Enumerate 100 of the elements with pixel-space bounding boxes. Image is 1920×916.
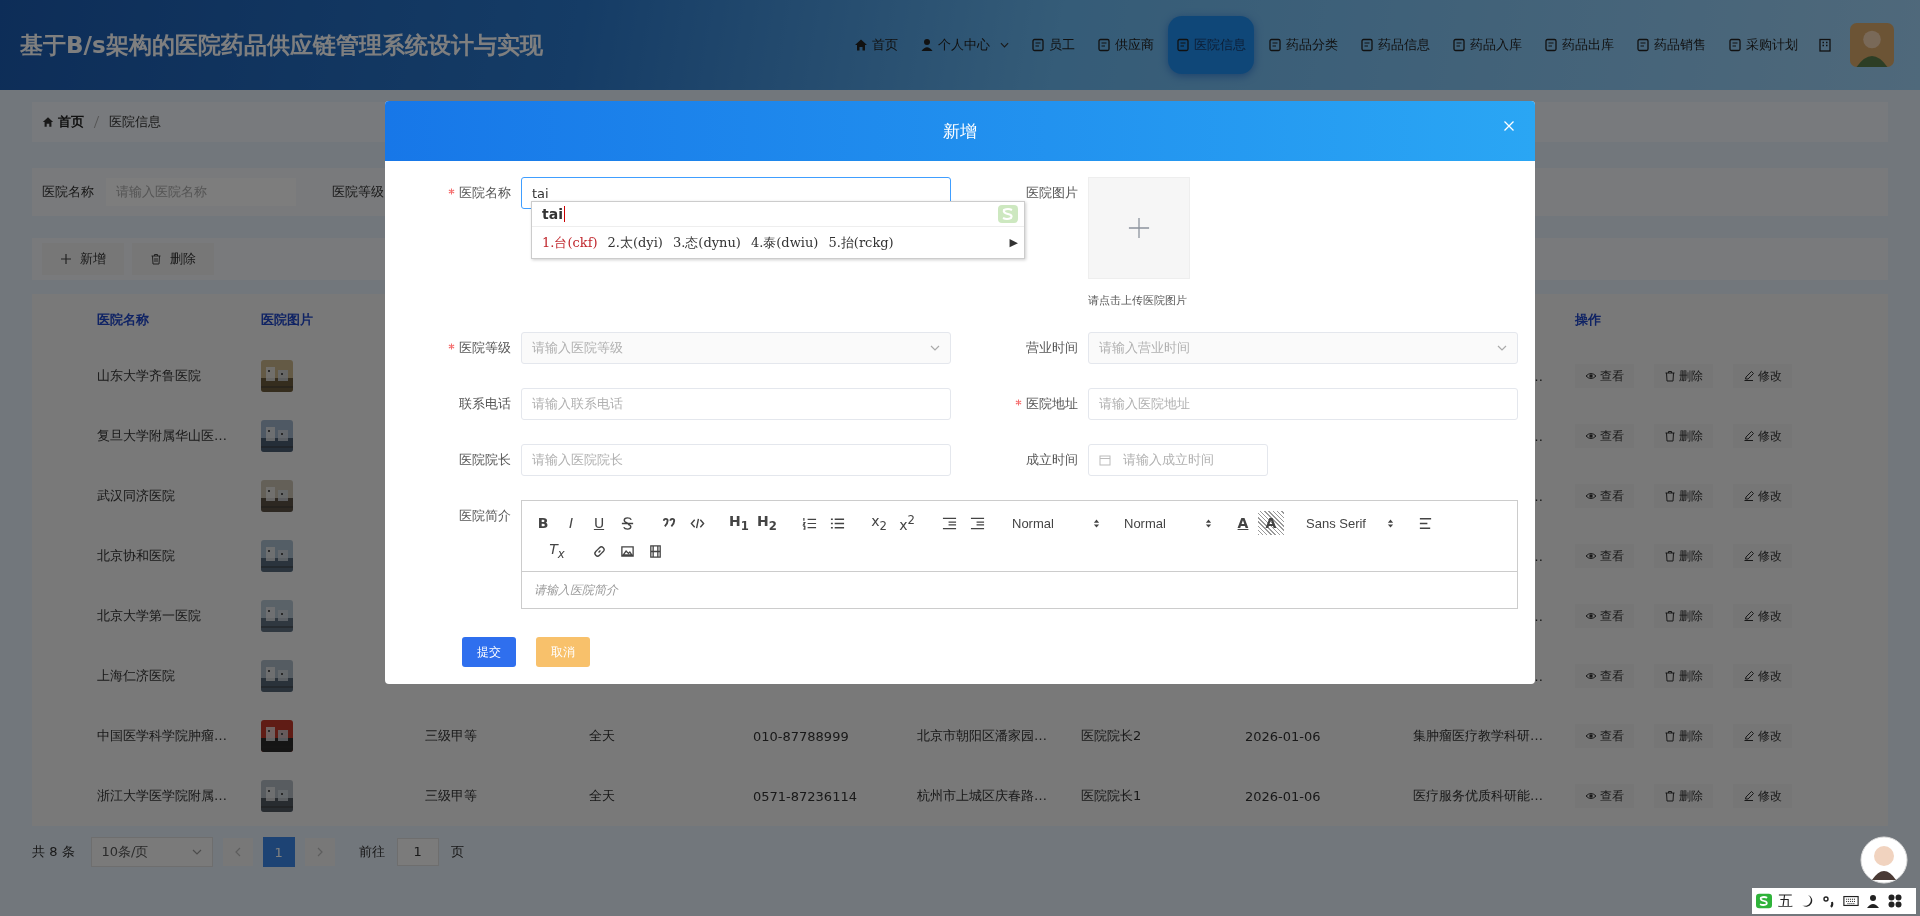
format-button[interactable]: U: [586, 511, 612, 535]
table-cell: 医疗服务优质科研能…: [1413, 788, 1543, 803]
document-icon: [1031, 38, 1045, 52]
edit-icon: [1743, 550, 1755, 562]
plus-icon: [60, 253, 72, 265]
candidate-item[interactable]: 5.抬(rckg): [828, 233, 894, 252]
input-field[interactable]: 请输入联系电话: [521, 388, 951, 420]
up-down-icon: [1205, 517, 1212, 529]
editor-text-area[interactable]: 请输入医院简介: [522, 572, 1517, 608]
format-picker[interactable]: Normal: [1118, 511, 1216, 535]
nav-item[interactable]: 药品入库: [1444, 16, 1530, 74]
select-field[interactable]: 请输入营业时间: [1088, 332, 1518, 364]
field-label: 成立时间: [1025, 451, 1078, 469]
trash-icon: [1664, 670, 1676, 682]
field-label: 医院图片: [1025, 184, 1078, 202]
table-cell-text: 2026-01-06: [1245, 728, 1322, 744]
format-button[interactable]: I: [558, 511, 584, 535]
eye-icon: [1585, 490, 1597, 502]
edit-icon: [1743, 430, 1755, 442]
table-cell-text: 上海仁济医院: [97, 667, 176, 685]
trash-icon: [1664, 490, 1676, 502]
total-count: 共 8 条: [32, 843, 75, 861]
user-icon: [920, 38, 934, 52]
format-icon: [591, 543, 607, 559]
format-button[interactable]: H$_{1}$: [726, 511, 752, 535]
column-header: 操作: [1575, 311, 1602, 329]
grid-icon[interactable]: [1887, 893, 1903, 909]
field-label: 医院地址: [1015, 395, 1078, 413]
nav-item[interactable]: 药品销售: [1628, 16, 1714, 74]
table-cell-text: 2026-01-06: [1245, 788, 1322, 804]
document-icon: [1097, 38, 1111, 52]
eye-icon: [1585, 430, 1597, 442]
candidate-item[interactable]: 2.太(dyi): [607, 233, 663, 252]
nav-item[interactable]: 药品信息: [1352, 16, 1438, 74]
page-input[interactable]: 1: [396, 838, 439, 866]
trash-icon: [150, 253, 162, 265]
eye-icon: [1585, 790, 1597, 802]
nav-item[interactable]: 员工: [1023, 16, 1083, 74]
dialog-button[interactable]: 提交: [462, 637, 516, 667]
table-cell: …: [1530, 548, 1543, 564]
format-picker[interactable]: Sans Serif: [1300, 511, 1398, 535]
select-field[interactable]: 请输入医院等级: [521, 332, 951, 364]
trash-icon: [1664, 610, 1676, 622]
page-size-select[interactable]: 10条/页: [90, 837, 213, 867]
format-button[interactable]: A: [1258, 511, 1284, 535]
input-field[interactable]: 请输入医院院长: [521, 444, 951, 476]
candidate-item[interactable]: 4.泰(dwiu): [750, 233, 819, 252]
building-icon[interactable]: [1818, 38, 1832, 52]
field-label: 医院名称: [448, 184, 511, 202]
format-button[interactable]: A: [1230, 511, 1256, 535]
candidate-item[interactable]: 3.态(dynu): [672, 233, 741, 252]
format-button[interactable]: H$_{2}$: [754, 511, 780, 535]
format-button[interactable]: B: [530, 511, 556, 535]
eye-icon: [1585, 610, 1597, 622]
input-mode[interactable]: 五: [1778, 891, 1793, 911]
table-cell-text: 北京市朝阳区潘家园…: [917, 727, 1048, 745]
keyboard-icon[interactable]: [1843, 893, 1859, 909]
date-field[interactable]: 请输入成立时间: [1088, 444, 1268, 476]
trash-icon: [1664, 730, 1676, 742]
toolbar-button[interactable]: 新增: [42, 243, 124, 275]
table-cell-text: 全天: [589, 727, 616, 745]
field-label: 营业时间: [1025, 339, 1078, 357]
nav-item[interactable]: 药品分类: [1260, 16, 1346, 74]
table-cell-text: 三级甲等: [425, 787, 478, 805]
nav-item[interactable]: 药品出库: [1536, 16, 1622, 74]
next-page-arrow[interactable]: ▶: [1009, 236, 1018, 249]
ime-logo-icon: [998, 205, 1018, 223]
trash-icon: [1664, 430, 1676, 442]
table-cell-text: 复旦大学附属华山医…: [97, 427, 228, 445]
table-cell: …: [1530, 488, 1543, 504]
input-field[interactable]: 请输入医院地址: [1088, 388, 1518, 420]
candidate-item[interactable]: 1.台(ckf): [542, 233, 598, 252]
toolbar-button[interactable]: 删除: [132, 243, 214, 275]
page-button[interactable]: 1: [262, 837, 295, 867]
person-icon[interactable]: [1865, 893, 1881, 909]
document-icon: [1452, 38, 1466, 52]
nav-item[interactable]: 首页: [846, 16, 906, 74]
format-button[interactable]: x$_{2}$: [866, 511, 892, 535]
close-icon[interactable]: [1503, 120, 1515, 132]
nav-item[interactable]: 个人中心: [912, 16, 1017, 74]
table-cell: 集肿瘤医疗教学科研…: [1413, 728, 1543, 743]
table-cell-text: 北京协和医院: [97, 547, 176, 565]
format-button[interactable]: T$_{x}$: [544, 539, 570, 563]
format-button[interactable]: x$^{2}$: [894, 511, 920, 535]
nav-item[interactable]: 采购计划: [1720, 16, 1806, 74]
ime-logo-icon[interactable]: [1756, 893, 1772, 909]
home-icon: [854, 38, 868, 52]
format-picker[interactable]: Normal: [1006, 511, 1104, 535]
edit-icon: [1743, 670, 1755, 682]
page-suffix: 页: [450, 843, 464, 861]
edit-icon: [1743, 790, 1755, 802]
table-cell: …: [1530, 668, 1543, 684]
dialog-title: 新增: [943, 119, 977, 143]
field-label: 联系电话: [458, 395, 511, 413]
nav-item[interactable]: 供应商: [1089, 16, 1162, 74]
breadcrumb-item[interactable]: 首页: [58, 113, 84, 131]
chevron-left-icon: [234, 847, 241, 857]
assistant-avatar-icon[interactable]: [1860, 836, 1908, 884]
eye-icon: [1585, 550, 1597, 562]
up-down-icon: [1093, 517, 1100, 529]
